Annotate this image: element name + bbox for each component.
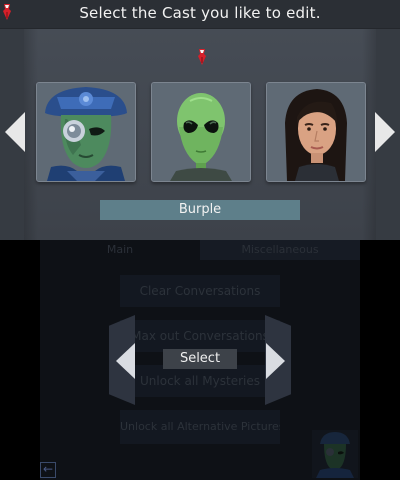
page-title: Select the Cast you like to edit. — [79, 4, 321, 22]
portrait-woman[interactable] — [266, 82, 366, 182]
arrow-left-icon[interactable] — [5, 112, 25, 152]
cast-thumbnail — [312, 430, 358, 478]
unlock-mysteries-button[interactable]: Unlock all Mysteries — [120, 365, 280, 397]
select-arrow-left-icon[interactable] — [116, 343, 135, 379]
portrait-alien-officer[interactable] — [36, 82, 136, 182]
tab-miscellaneous[interactable]: Miscellaneous — [200, 240, 360, 260]
clear-conversations-button[interactable]: Clear Conversations — [120, 275, 280, 307]
select-arrow-right-icon[interactable] — [266, 343, 285, 379]
selector-pin-icon — [198, 49, 206, 65]
alien-officer-thumbnail-icon — [312, 430, 358, 478]
alien-officer-portrait-icon — [37, 83, 135, 181]
top-screen: Select the Cast you like to edit. Burple — [0, 0, 400, 240]
portrait-green-alien[interactable] — [151, 82, 251, 182]
selected-cast-name: Burple — [100, 200, 300, 220]
arrow-right-icon[interactable] — [375, 112, 395, 152]
woman-portrait-icon — [267, 83, 365, 181]
back-arrow-icon[interactable]: ← — [40, 462, 56, 478]
select-button[interactable]: Select — [163, 349, 237, 369]
title-bar: Select the Cast you like to edit. — [0, 0, 400, 29]
unlock-alternative-pictures-button[interactable]: Unlock all Alternative Pictures — [120, 410, 280, 444]
pin-icon — [3, 4, 11, 20]
tab-main[interactable]: Main — [40, 240, 200, 260]
green-alien-portrait-icon — [152, 83, 250, 181]
bottom-screen: Main Miscellaneous Clear Conversations M… — [0, 240, 400, 480]
max-out-conversations-button[interactable]: Max out Conversations — [120, 320, 280, 352]
